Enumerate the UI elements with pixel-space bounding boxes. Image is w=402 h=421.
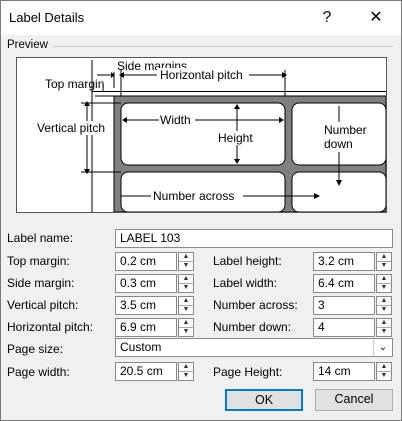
vertical-pitch-field-label: Vertical pitch: xyxy=(7,298,79,312)
horizontal-pitch-input[interactable]: 6.9 cm xyxy=(115,318,177,337)
down-arrow-icon[interactable]: ▼ xyxy=(179,305,193,314)
side-margin-input[interactable]: 0.3 cm xyxy=(115,274,177,293)
number-down-label-line2: down xyxy=(324,137,353,151)
up-arrow-icon[interactable]: ▲ xyxy=(179,319,193,327)
vertical-pitch-spinner[interactable]: ▲ ▼ xyxy=(178,296,194,315)
side-margin-spinner[interactable]: ▲ ▼ xyxy=(178,274,194,293)
preview-section-label: Preview xyxy=(7,39,48,51)
help-button[interactable]: ? xyxy=(312,5,342,31)
page-size-value: Custom xyxy=(120,340,162,354)
height-label: Height xyxy=(218,131,253,145)
top-margin-label: Top margin xyxy=(45,77,104,91)
label-width-spinner[interactable]: ▲ ▼ xyxy=(376,274,392,293)
preview-diagram: Side margins Horizontal pitch Top margin… xyxy=(35,59,386,212)
horizontal-pitch-spinner[interactable]: ▲ ▼ xyxy=(178,318,194,337)
down-arrow-icon[interactable]: ▼ xyxy=(179,283,193,292)
up-arrow-icon[interactable]: ▲ xyxy=(377,275,391,283)
vertical-pitch-input[interactable]: 3.5 cm xyxy=(115,296,177,315)
window-title: Label Details xyxy=(9,10,85,25)
chevron-down-icon[interactable]: ⌄ xyxy=(373,339,392,356)
page-height-spinner[interactable]: ▲ ▼ xyxy=(376,362,392,381)
label-width-field-label: Label width: xyxy=(213,276,278,290)
top-margin-input[interactable]: 0.2 cm xyxy=(115,252,177,271)
section-divider xyxy=(53,46,393,47)
down-arrow-icon[interactable]: ▼ xyxy=(377,261,391,270)
up-arrow-icon[interactable]: ▲ xyxy=(377,319,391,327)
width-label: Width xyxy=(160,113,191,127)
page-width-field-label: Page width: xyxy=(7,365,70,379)
number-across-input[interactable]: 3 xyxy=(313,296,375,315)
number-down-field-label: Number down: xyxy=(213,320,292,334)
up-arrow-icon[interactable]: ▲ xyxy=(179,297,193,305)
page-height-field-label: Page Height: xyxy=(213,365,283,379)
label-height-input[interactable]: 3.2 cm xyxy=(313,252,375,271)
label-name-input[interactable]: LABEL 103 xyxy=(115,229,393,248)
label-cell xyxy=(120,102,286,166)
page-height-input[interactable]: 14 cm xyxy=(313,362,375,381)
ok-button[interactable]: OK xyxy=(225,389,303,411)
page-size-select[interactable]: Custom ⌄ xyxy=(115,338,393,357)
down-arrow-icon[interactable]: ▼ xyxy=(377,327,391,336)
label-preview: Side margins Horizontal pitch Top margin… xyxy=(16,57,387,213)
down-arrow-icon[interactable]: ▼ xyxy=(377,283,391,292)
label-height-spinner[interactable]: ▲ ▼ xyxy=(376,252,392,271)
number-down-label: Number xyxy=(324,123,367,137)
down-arrow-icon[interactable]: ▼ xyxy=(179,261,193,270)
up-arrow-icon[interactable]: ▲ xyxy=(179,275,193,283)
page-width-spinner[interactable]: ▲ ▼ xyxy=(178,362,194,381)
close-button[interactable]: ✕ xyxy=(361,5,391,31)
up-arrow-icon[interactable]: ▲ xyxy=(179,363,193,371)
label-height-field-label: Label height: xyxy=(213,254,282,268)
label-details-dialog: Label Details ? ✕ Preview Side margins H… xyxy=(0,0,402,421)
top-margin-spinner[interactable]: ▲ ▼ xyxy=(178,252,194,271)
top-margin-field-label: Top margin: xyxy=(7,254,70,268)
down-arrow-icon[interactable]: ▼ xyxy=(377,371,391,380)
label-name-label: Label name: xyxy=(7,231,74,245)
horizontal-pitch-label: Horizontal pitch xyxy=(160,68,243,82)
up-arrow-icon[interactable]: ▲ xyxy=(377,363,391,371)
number-across-label: Number across xyxy=(153,189,234,203)
number-down-spinner[interactable]: ▲ ▼ xyxy=(376,318,392,337)
up-arrow-icon[interactable]: ▲ xyxy=(377,253,391,261)
cancel-button[interactable]: Cancel xyxy=(315,389,393,411)
page-size-field-label: Page size: xyxy=(7,342,64,356)
up-arrow-icon[interactable]: ▲ xyxy=(377,297,391,305)
side-margin-field-label: Side margin: xyxy=(7,276,75,290)
number-across-field-label: Number across: xyxy=(213,298,298,312)
down-arrow-icon[interactable]: ▼ xyxy=(179,371,193,380)
down-arrow-icon[interactable]: ▼ xyxy=(377,305,391,314)
number-across-spinner[interactable]: ▲ ▼ xyxy=(376,296,392,315)
number-down-input[interactable]: 4 xyxy=(313,318,375,337)
down-arrow-icon[interactable]: ▼ xyxy=(179,327,193,336)
vertical-pitch-label: Vertical pitch xyxy=(37,121,105,135)
page-width-input[interactable]: 20.5 cm xyxy=(115,362,177,381)
label-width-input[interactable]: 6.4 cm xyxy=(313,274,375,293)
horizontal-pitch-field-label: Horizontal pitch: xyxy=(7,320,94,334)
up-arrow-icon[interactable]: ▲ xyxy=(179,253,193,261)
title-bar: Label Details ? ✕ xyxy=(1,1,401,35)
